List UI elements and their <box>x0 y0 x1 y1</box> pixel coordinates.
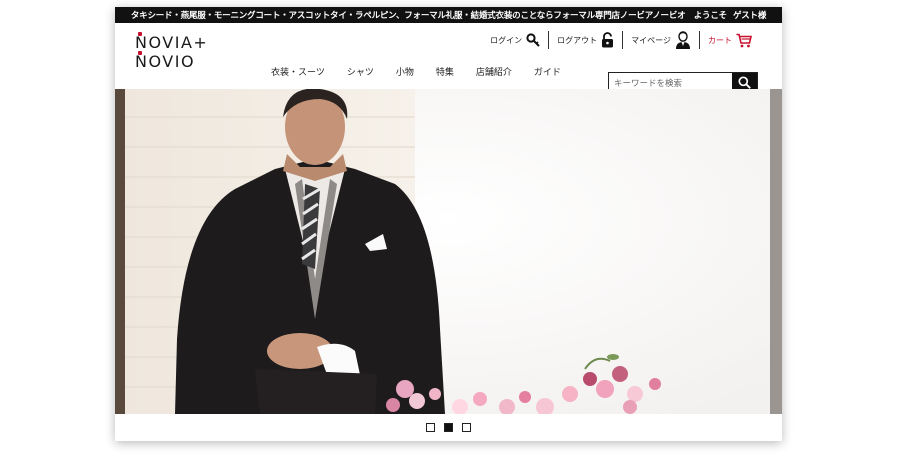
nav-item-accessories[interactable]: 小物 <box>396 65 414 78</box>
nav-item-guide[interactable]: ガイド <box>534 65 561 78</box>
account-menu: ログイン ログアウト マイページ カート <box>482 29 760 51</box>
nav-item-stores[interactable]: 店舗紹介 <box>476 65 512 78</box>
top-announcement-bar: タキシード・燕尾服・モーニングコート・アスコットタイ・ラペルピン、フォーマル礼服… <box>115 7 782 23</box>
mypage-label: マイページ <box>631 35 671 45</box>
slider-dot-3[interactable] <box>462 423 471 432</box>
padlock-icon <box>601 32 614 48</box>
slider-dot-2[interactable] <box>444 423 453 432</box>
page-frame: タキシード・燕尾服・モーニングコート・アスコットタイ・ラペルピン、フォーマル礼服… <box>115 7 782 441</box>
nav-item-costume-suits[interactable]: 衣装・スーツ <box>271 65 325 78</box>
site-header: NOVIA+ NOVIO ログイン ログアウト マイページ カート 衣装・スーツ… <box>115 23 782 95</box>
cart-link[interactable]: カート <box>700 29 760 51</box>
nav-item-features[interactable]: 特集 <box>436 65 454 78</box>
logo-accent-mark <box>138 51 142 55</box>
login-label: ログイン <box>490 35 523 45</box>
main-navigation: 衣装・スーツ シャツ 小物 特集 店舗紹介 ガイド <box>271 65 583 78</box>
guest-greeting: ゲスト様 <box>732 11 767 21</box>
logo-accent-mark <box>138 32 142 36</box>
logout-label: ログアウト <box>557 35 598 45</box>
hero-slide-image[interactable] <box>115 89 782 414</box>
cart-icon <box>736 33 752 48</box>
user-icon <box>675 31 691 49</box>
logo-line-1: NOVIA+ <box>135 33 209 52</box>
login-link[interactable]: ログイン <box>482 29 548 51</box>
slider-dot-1[interactable] <box>426 423 435 432</box>
logout-link[interactable]: ログアウト <box>549 29 622 51</box>
slider-pagination <box>115 414 782 441</box>
hero-photo-illustration <box>115 89 782 414</box>
mypage-link[interactable]: マイページ <box>623 29 699 51</box>
key-icon <box>526 33 540 47</box>
site-logo[interactable]: NOVIA+ NOVIO <box>135 32 225 71</box>
nav-item-shirts[interactable]: シャツ <box>347 65 374 78</box>
announcement-text: タキシード・燕尾服・モーニングコート・アスコットタイ・ラペルピン、フォーマル礼服… <box>130 11 727 21</box>
logo-line-2: NOVIO <box>135 52 196 71</box>
cart-label: カート <box>708 35 732 45</box>
